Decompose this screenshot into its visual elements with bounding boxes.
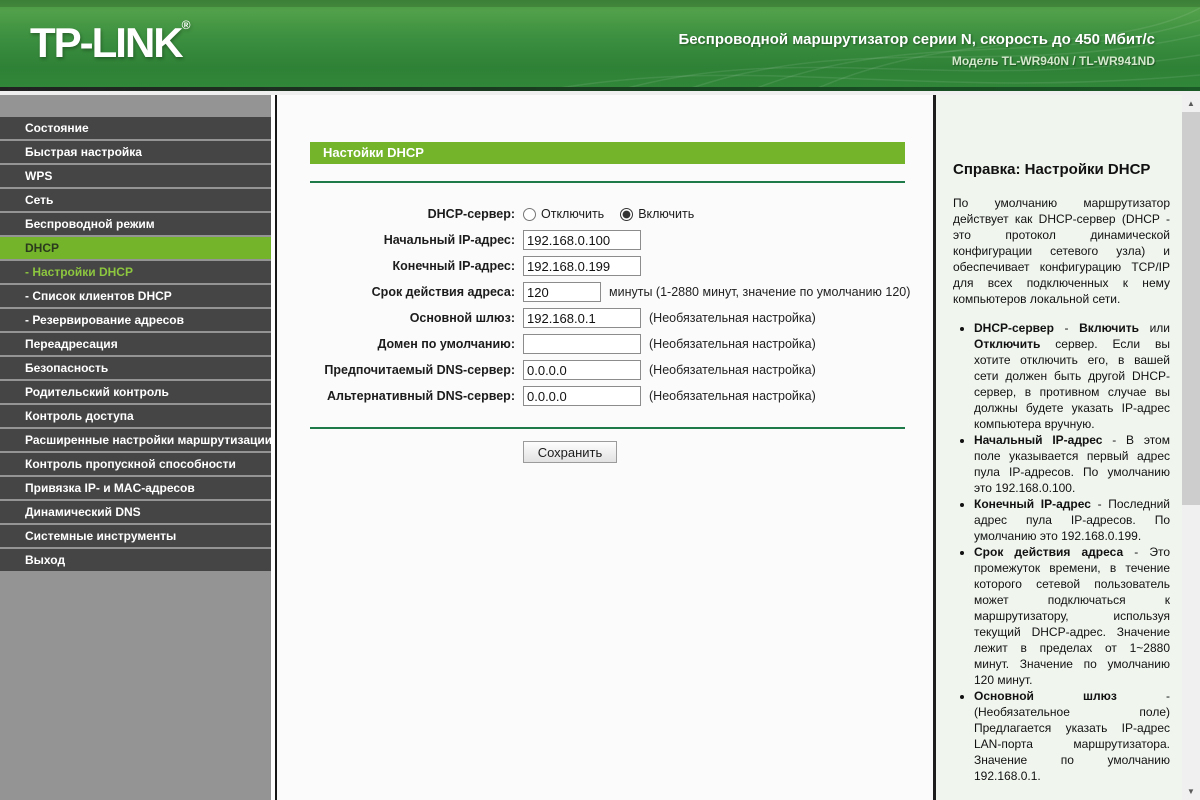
form-rows: Начальный IP-адрес: Конечный IP-адрес: Сро… — [310, 227, 910, 409]
header: TP-LINK® Беспроводной маршрутизатор сери… — [0, 0, 1200, 95]
logo-text: TP-LINK — [30, 19, 184, 66]
form-row: Начальный IP-адрес: — [310, 227, 905, 253]
help-bullet: Начальный IP-адрес - В этом поле указыва… — [974, 432, 1170, 496]
field-note: (Необязательная настройка) — [649, 337, 816, 351]
help-bullet-list: DHCP-сервер - Включить или Отключить сер… — [953, 320, 1170, 784]
router-admin-page: TP-LINK® Беспроводной маршрутизатор сери… — [0, 0, 1200, 800]
dhcp-disable-label: Отключить — [541, 207, 605, 221]
divider-top — [310, 181, 905, 183]
sidebar-item[interactable]: Быстрая настройка — [0, 141, 271, 163]
field-label: Основной шлюз: — [409, 311, 515, 325]
tplink-logo: TP-LINK® — [30, 18, 191, 67]
dhcp-disable-radio[interactable] — [523, 207, 536, 221]
sidebar-item[interactable]: - Резервирование адресов — [0, 309, 271, 331]
field-input[interactable] — [523, 230, 641, 250]
help-intro: По умолчанию маршрутизатор действует как… — [953, 196, 1170, 306]
field-note: (Необязательная настройка) — [649, 389, 816, 403]
field-label: Конечный IP-адрес: — [392, 259, 516, 273]
registered-mark-icon: ® — [181, 18, 191, 32]
sidebar-item[interactable]: Контроль доступа — [0, 405, 271, 427]
sidebar-item[interactable]: Выход — [0, 549, 271, 571]
scrollbar-up-button[interactable]: ▲ — [1182, 95, 1200, 112]
sidebar-item[interactable]: - Список клиентов DHCP — [0, 285, 271, 307]
form-row: Основной шлюз: (Необязательная настройка) — [310, 305, 905, 331]
field-input[interactable] — [523, 334, 641, 354]
save-button[interactable]: Сохранить — [523, 441, 617, 463]
divider-bottom — [310, 427, 905, 429]
page-title: Настойки DHCP — [323, 145, 424, 160]
scrollbar-thumb[interactable] — [1182, 112, 1200, 505]
field-input[interactable] — [523, 282, 601, 302]
field-label: Начальный IP-адрес: — [383, 233, 515, 247]
help-title: Справка: Настройки DHCP — [953, 161, 1151, 178]
help-bullet: DHCP-сервер - Включить или Отключить сер… — [974, 320, 1170, 432]
field-note: (Необязательная настройка) — [649, 363, 816, 377]
dhcp-server-row: DHCP-сервер: Отключить Включить — [310, 201, 905, 227]
help-scrollbar[interactable]: ▲ ▼ — [1182, 95, 1200, 800]
dhcp-enable-label: Включить — [638, 207, 695, 221]
field-input[interactable] — [523, 256, 641, 276]
dhcp-server-radio-group: Отключить Включить — [523, 207, 694, 221]
field-input[interactable] — [523, 386, 641, 406]
form-row: Альтернативный DNS-сервер: (Необязательна… — [310, 383, 905, 409]
sidebar-item[interactable]: - Настройки DHCP — [0, 261, 271, 283]
help-bullet: Конечный IP-адрес - Последний адрес пула… — [974, 496, 1170, 544]
help-bullet: Срок действия адреса - Это промежуток вр… — [974, 544, 1170, 688]
chevron-down-icon: ▼ — [1187, 786, 1195, 796]
sidebar-item[interactable]: WPS — [0, 165, 271, 187]
header-banner: TP-LINK® Беспроводной маршрутизатор сери… — [0, 0, 1200, 87]
field-label: Срок действия адреса: — [371, 285, 515, 299]
sidebar-item[interactable]: Динамический DNS — [0, 501, 271, 523]
field-label: Домен по умолчанию: — [377, 337, 515, 351]
main-content: Настойки DHCP DHCP-сервер: Отключить Вкл… — [277, 95, 933, 800]
sidebar-item[interactable]: Безопасность — [0, 357, 271, 379]
form-row: Предпочитаемый DNS-сервер: (Необязательна… — [310, 357, 905, 383]
sidebar-item[interactable]: Контроль пропускной способности — [0, 453, 271, 475]
form-row: Домен по умолчанию: (Необязательная настр… — [310, 331, 905, 357]
header-text: Беспроводной маршрутизатор серии N, скор… — [678, 31, 1155, 68]
sidebar-item[interactable]: DHCP — [0, 237, 271, 259]
sidebar-item[interactable]: Беспроводной режим — [0, 213, 271, 235]
sidebar-menu: Состояние Быстрая настройка WPS Сеть Беспров… — [0, 95, 271, 800]
dhcp-settings-form: DHCP-сервер: Отключить Включить Начальны… — [310, 201, 910, 409]
field-note: минуты (1-2880 минут, значение по умолча… — [609, 285, 911, 299]
field-note: (Необязательная настройка) — [649, 311, 816, 325]
field-label: Альтернативный DNS-сервер: — [326, 389, 515, 403]
router-tagline: Беспроводной маршрутизатор серии N, скор… — [678, 31, 1155, 48]
page-title-banner: Настойки DHCP — [310, 142, 905, 164]
scrollbar-down-button[interactable]: ▼ — [1182, 783, 1200, 800]
sidebar-item[interactable]: Привязка IP- и MAC-адресов — [0, 477, 271, 499]
field-label: Предпочитаемый DNS-сервер: — [324, 363, 515, 377]
field-input[interactable] — [523, 360, 641, 380]
chevron-up-icon: ▲ — [1187, 98, 1195, 108]
dhcp-enable-radio[interactable] — [620, 207, 634, 221]
main-inner: Настойки DHCP DHCP-сервер: Отключить Вкл… — [277, 95, 910, 463]
sidebar-item[interactable]: Родительский контроль — [0, 381, 271, 403]
form-row: Срок действия адреса: минуты (1-2880 мину… — [310, 279, 910, 305]
sidebar-item[interactable]: Системные инструменты — [0, 525, 271, 547]
dhcp-server-label: DHCP-сервер: — [427, 207, 515, 221]
sidebar-item[interactable]: Расширенные настройки маршрутизации — [0, 429, 271, 451]
sidebar-item[interactable]: Сеть — [0, 189, 271, 211]
form-row: Конечный IP-адрес: — [310, 253, 905, 279]
sidebar-item[interactable]: Состояние — [0, 117, 271, 139]
field-input[interactable] — [523, 308, 641, 328]
help-panel: Справка: Настройки DHCP По умолчанию мар… — [936, 95, 1182, 800]
help-bullet: Основной шлюз - (Необязательное поле) Пр… — [974, 688, 1170, 784]
sidebar-item[interactable]: Переадресация — [0, 333, 271, 355]
router-model: Модель TL-WR940N / TL-WR941ND — [951, 54, 1155, 68]
